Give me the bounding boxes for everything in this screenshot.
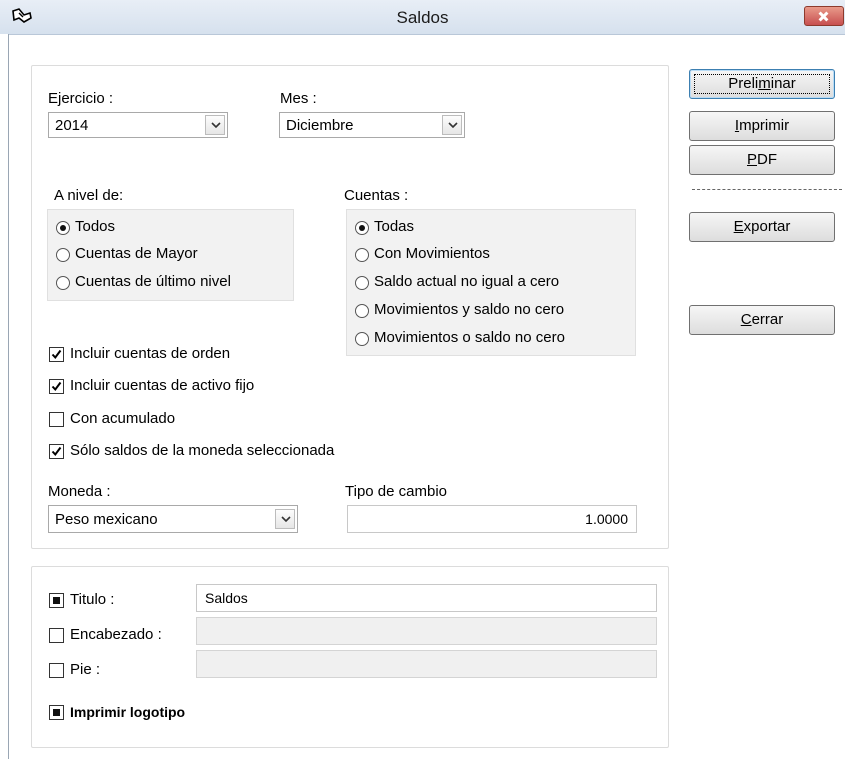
- radio-label: Cuentas de Mayor: [75, 245, 198, 262]
- mes-label: Mes :: [280, 90, 317, 107]
- ejercicio-select[interactable]: 2014: [48, 112, 228, 138]
- ejercicio-value: 2014: [55, 117, 89, 134]
- title-bar: Saldos: [0, 0, 845, 35]
- tipo-cambio-value: 1.0000: [585, 511, 628, 527]
- radio-label: Con Movimientos: [374, 245, 490, 262]
- radio-button[interactable]: [56, 276, 70, 290]
- moneda-label: Moneda :: [48, 483, 111, 500]
- checkbox[interactable]: [49, 412, 64, 427]
- chevron-down-icon[interactable]: [205, 115, 225, 135]
- close-button[interactable]: [804, 6, 844, 26]
- tipo-cambio-label: Tipo de cambio: [345, 483, 447, 500]
- radio-button[interactable]: [355, 276, 369, 290]
- radio-button[interactable]: [56, 248, 70, 262]
- moneda-select[interactable]: Peso mexicano: [48, 505, 298, 533]
- radio-label: Movimientos y saldo no cero: [374, 301, 565, 318]
- checkbox[interactable]: [49, 347, 64, 362]
- checkbox-label: Incluir cuentas de orden: [70, 345, 231, 362]
- checkbox-label: Con acumulado: [70, 410, 176, 427]
- checkbox-label: Encabezado :: [70, 626, 162, 643]
- checkbox-label: Sólo saldos de la moneda seleccionada: [70, 442, 335, 459]
- checkbox[interactable]: [49, 705, 64, 720]
- imprimir-button[interactable]: Imprimir: [689, 111, 835, 141]
- mes-value: Diciembre: [286, 117, 354, 134]
- checkbox[interactable]: [49, 663, 64, 678]
- radio-label: Todas: [374, 218, 415, 235]
- radio-button[interactable]: [355, 248, 369, 262]
- button-label: Exportar: [733, 218, 791, 235]
- button-separator: [692, 189, 842, 190]
- radio-label: Movimientos o saldo no cero: [374, 329, 565, 346]
- checkbox[interactable]: [49, 593, 64, 608]
- pie-input[interactable]: [196, 650, 657, 678]
- radio-label: Cuentas de último nivel: [75, 273, 231, 290]
- window-title: Saldos: [396, 8, 449, 27]
- encabezado-input[interactable]: [196, 617, 657, 645]
- checkbox-label: Pie :: [70, 661, 101, 678]
- pdf-button[interactable]: PDF: [689, 145, 835, 175]
- button-label: Preliminar: [728, 75, 796, 92]
- checkbox-label: Titulo :: [70, 591, 115, 608]
- radio-button[interactable]: [355, 304, 369, 318]
- checkbox[interactable]: [49, 379, 64, 394]
- nivel-radio-group: Todos Cuentas de Mayor Cuentas de último…: [47, 209, 294, 301]
- checkbox[interactable]: [49, 628, 64, 643]
- radio-label: Todos: [75, 218, 116, 235]
- titulo-input[interactable]: Saldos: [196, 584, 657, 612]
- window-frame: [0, 34, 9, 759]
- tipo-cambio-input[interactable]: 1.0000: [347, 505, 637, 533]
- button-label: PDF: [746, 151, 777, 168]
- titulo-value: Saldos: [205, 590, 248, 606]
- nivel-label: A nivel de:: [54, 187, 124, 204]
- ejercicio-label: Ejercicio :: [48, 90, 114, 107]
- checkbox[interactable]: [49, 444, 64, 459]
- button-label: Imprimir: [734, 117, 790, 134]
- cuentas-label: Cuentas :: [344, 187, 409, 204]
- radio-button[interactable]: [56, 221, 70, 235]
- cuentas-radio-group: Todas Con Movimientos Saldo actual no ig…: [346, 209, 636, 356]
- chevron-down-icon[interactable]: [275, 509, 295, 529]
- mes-select[interactable]: Diciembre: [279, 112, 465, 138]
- button-label: Cerrar: [740, 311, 784, 328]
- chevron-down-icon[interactable]: [442, 115, 462, 135]
- radio-button[interactable]: [355, 332, 369, 346]
- radio-label: Saldo actual no igual a cero: [374, 273, 560, 290]
- preliminar-button[interactable]: Preliminar: [689, 69, 835, 99]
- checkbox-label: Imprimir logotipo: [70, 704, 186, 720]
- checkbox-label: Incluir cuentas de activo fijo: [70, 377, 255, 394]
- cerrar-button[interactable]: Cerrar: [689, 305, 835, 335]
- radio-button[interactable]: [355, 221, 369, 235]
- moneda-value: Peso mexicano: [55, 511, 158, 528]
- exportar-button[interactable]: Exportar: [689, 212, 835, 242]
